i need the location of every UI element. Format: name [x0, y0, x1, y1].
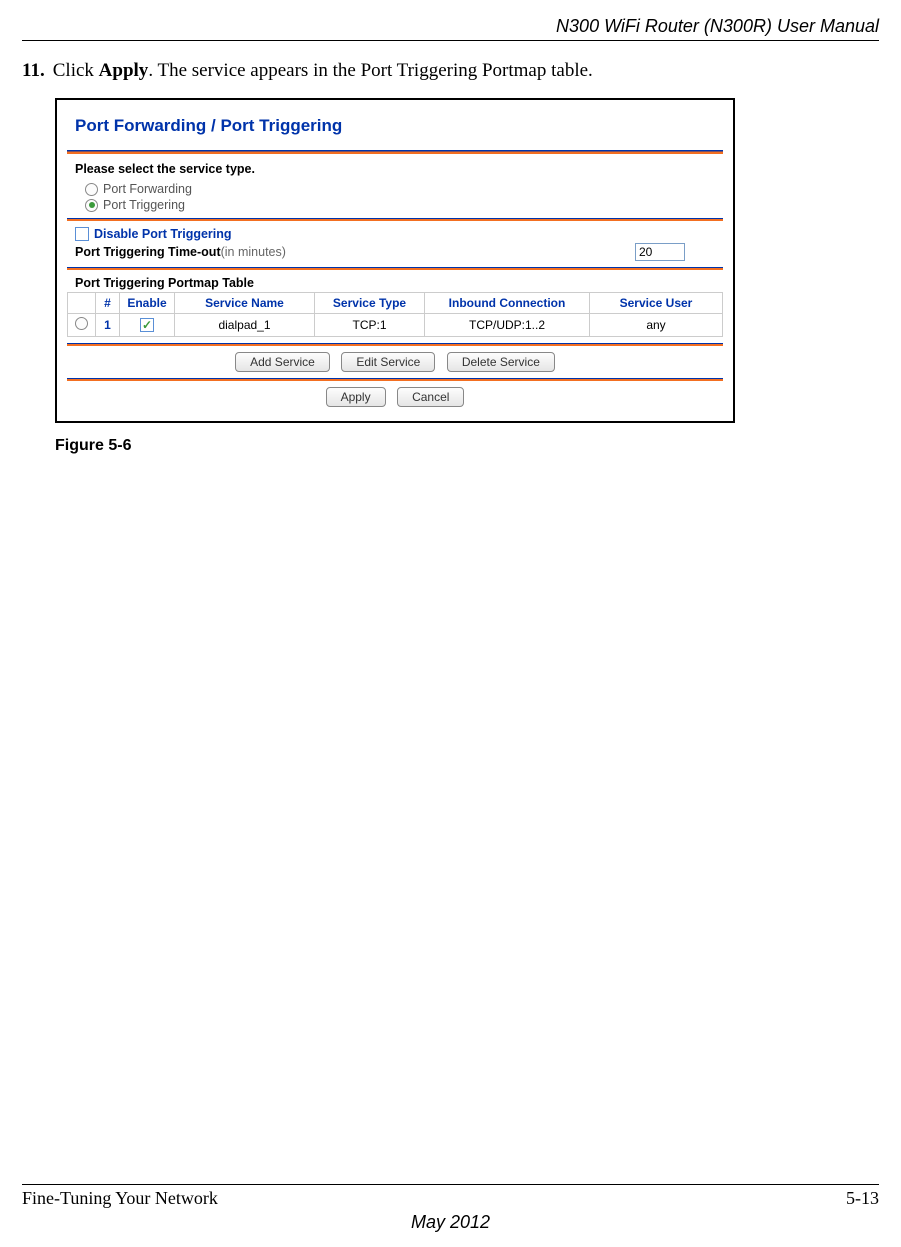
col-num: #	[96, 293, 120, 314]
portmap-table-title: Port Triggering Portmap Table	[75, 276, 723, 290]
disable-port-triggering-row[interactable]: Disable Port Triggering	[75, 227, 723, 241]
row-select-cell[interactable]	[68, 314, 96, 337]
radio-icon[interactable]	[75, 317, 88, 330]
timeout-input[interactable]	[635, 243, 685, 261]
form-buttons: Apply Cancel	[67, 387, 723, 407]
timeout-row: Port Triggering Time-out (in minutes)	[75, 243, 723, 261]
step-text-bold: Apply	[99, 60, 149, 81]
service-buttons: Add Service Edit Service Delete Service	[67, 352, 723, 372]
col-enable: Enable	[120, 293, 175, 314]
checkbox-icon[interactable]	[140, 318, 154, 332]
row-service-name: dialpad_1	[175, 314, 315, 337]
page-content: 11. Click Apply. The service appears in …	[22, 60, 879, 455]
divider	[67, 343, 723, 346]
doc-header: N300 WiFi Router (N300R) User Manual	[556, 16, 879, 37]
footer-section: Fine-Tuning Your Network	[22, 1188, 218, 1209]
step-number: 11.	[22, 60, 48, 82]
page-title: Port Forwarding / Port Triggering	[75, 116, 723, 136]
radio-label: Port Forwarding	[103, 182, 192, 196]
step-11: 11. Click Apply. The service appears in …	[22, 60, 879, 82]
footer-date: May 2012	[0, 1212, 901, 1233]
table-row: 1 dialpad_1 TCP:1 TCP/UDP:1..2 any	[68, 314, 723, 337]
divider	[67, 150, 723, 154]
col-service-user: Service User	[590, 293, 723, 314]
radio-port-triggering[interactable]: Port Triggering	[85, 198, 723, 212]
timeout-label: Port Triggering Time-out	[75, 245, 221, 259]
edit-service-button[interactable]: Edit Service	[341, 352, 435, 372]
portmap-table: # Enable Service Name Service Type Inbou…	[67, 292, 723, 337]
router-screenshot: Port Forwarding / Port Triggering Please…	[55, 98, 735, 423]
table-header-row: # Enable Service Name Service Type Inbou…	[68, 293, 723, 314]
row-enable-cell[interactable]	[120, 314, 175, 337]
step-text-pre: Click	[53, 60, 99, 81]
step-text-post: . The service appears in the Port Trigge…	[148, 60, 592, 81]
delete-service-button[interactable]: Delete Service	[447, 352, 555, 372]
divider	[67, 267, 723, 270]
divider	[67, 218, 723, 221]
row-num: 1	[96, 314, 120, 337]
divider	[67, 378, 723, 381]
header-rule	[22, 40, 879, 41]
service-type-label: Please select the service type.	[75, 162, 723, 176]
radio-port-forwarding[interactable]: Port Forwarding	[85, 182, 723, 196]
col-service-name: Service Name	[175, 293, 315, 314]
figure-caption: Figure 5-6	[55, 437, 879, 455]
apply-button[interactable]: Apply	[326, 387, 386, 407]
cancel-button[interactable]: Cancel	[397, 387, 464, 407]
timeout-hint: (in minutes)	[221, 245, 286, 259]
row-inbound: TCP/UDP:1..2	[425, 314, 590, 337]
row-service-type: TCP:1	[315, 314, 425, 337]
col-service-type: Service Type	[315, 293, 425, 314]
radio-label: Port Triggering	[103, 198, 185, 212]
checkbox-icon[interactable]	[75, 227, 89, 241]
add-service-button[interactable]: Add Service	[235, 352, 330, 372]
radio-icon[interactable]	[85, 199, 98, 212]
radio-icon[interactable]	[85, 183, 98, 196]
footer-page: 5-13	[846, 1188, 879, 1209]
row-user: any	[590, 314, 723, 337]
col-inbound: Inbound Connection	[425, 293, 590, 314]
checkbox-label: Disable Port Triggering	[94, 227, 232, 241]
footer-rule	[22, 1184, 879, 1185]
col-select	[68, 293, 96, 314]
